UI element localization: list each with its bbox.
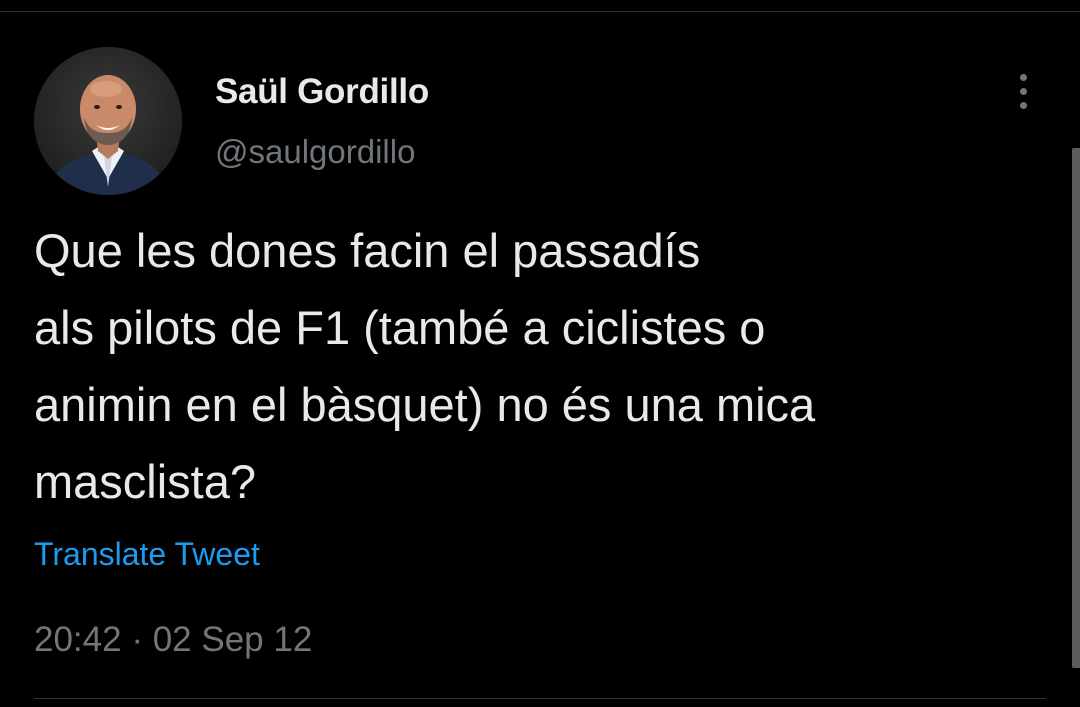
bottom-divider (34, 698, 1046, 699)
timestamp-separator: · (131, 620, 143, 659)
tweet-text-line: masclista? (34, 455, 257, 508)
more-options-button[interactable] (1008, 70, 1040, 114)
translate-tweet-link[interactable]: Translate Tweet (34, 536, 260, 573)
scrollbar[interactable] (1072, 148, 1080, 668)
profile-photo-icon (34, 47, 182, 195)
top-divider (0, 11, 1080, 12)
tweet-timestamp[interactable]: 20:42 · 02 Sep 12 (34, 620, 312, 660)
tweet-text-line: animin en el bàsquet) no és una mica (34, 378, 816, 431)
tweet-text-line: als pilots de F1 (també a ciclistes o (34, 301, 766, 354)
author-display-name[interactable]: Saül Gordillo (215, 72, 429, 112)
author-handle[interactable]: @saulgordillo (215, 133, 415, 171)
tweet-time: 20:42 (34, 620, 122, 659)
tweet-text-line: Que les dones facin el passadís (34, 224, 701, 277)
avatar[interactable] (34, 47, 182, 195)
tweet-text: Que les dones facin el passadís als pilo… (34, 212, 1044, 520)
tweet-date: 02 Sep 12 (152, 620, 313, 659)
